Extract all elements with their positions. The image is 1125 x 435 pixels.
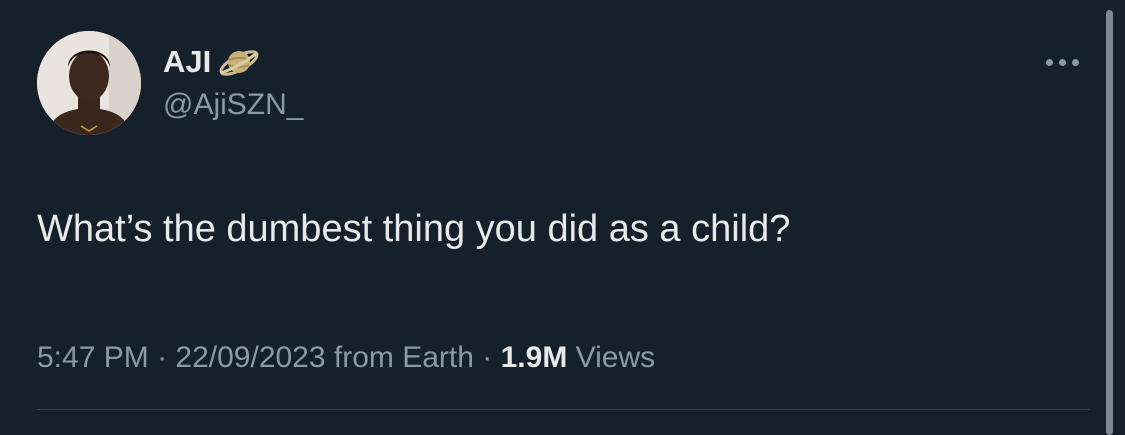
more-dot-icon (1071, 58, 1079, 66)
author-display-name[interactable]: AJI (163, 43, 211, 81)
tweet-meta: 5:47 PM · 22/09/2023 from Earth · 1.9M V… (37, 338, 655, 378)
more-dot-icon (1058, 58, 1066, 66)
divider (37, 409, 1090, 410)
tweet-time[interactable]: 5:47 PM (37, 341, 149, 374)
author-name-row: AJI (163, 42, 261, 82)
meta-separator: · (148, 341, 176, 374)
avatar-photo (37, 31, 141, 135)
tweet-source: from Earth (333, 341, 474, 374)
tweet-date[interactable]: 22/09/2023 (175, 341, 325, 374)
views-count: 1.9M (500, 341, 568, 374)
saturn-planet-icon (217, 42, 261, 82)
scrollbar[interactable] (1106, 10, 1113, 435)
meta-separator: · (473, 341, 501, 374)
more-dot-icon (1045, 58, 1053, 66)
tweet-card: AJI @AjiSZN_ What’s the dumbest thing yo… (0, 0, 1125, 435)
tweet-text: What’s the dumbest thing you did as a ch… (37, 208, 791, 250)
author-handle[interactable]: @AjiSZN_ (163, 86, 303, 124)
views-label: Views (575, 341, 656, 374)
avatar[interactable] (37, 31, 141, 135)
more-options-button[interactable] (1038, 50, 1086, 74)
